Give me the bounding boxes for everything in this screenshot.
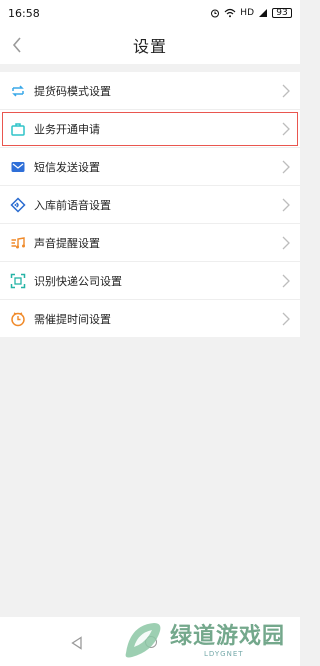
setting-pickup-code-mode[interactable]: 提货码模式设置: [0, 72, 300, 110]
empty-area: [0, 337, 300, 617]
status-icons: HD 93: [210, 8, 292, 18]
setting-label: 提货码模式设置: [34, 84, 111, 98]
page-title: 设置: [132, 37, 167, 56]
chevron-right-icon: [282, 274, 290, 288]
watermark-emblem-icon: [125, 623, 161, 658]
section-gap: [0, 64, 300, 72]
scan-icon: [10, 273, 26, 289]
wifi-icon: [224, 8, 236, 18]
setting-voice-before-storage[interactable]: 入库前语音设置: [0, 186, 300, 224]
clock-icon: [10, 311, 26, 327]
status-bar: 16:58 HD 93: [0, 0, 300, 26]
watermark-subtext: LDYGNET: [204, 650, 244, 658]
chevron-right-icon: [282, 312, 290, 326]
status-time: 16:58: [8, 6, 40, 20]
settings-list: 提货码模式设置 业务开通申请 短信发送设置 入库前语音设置 声音提醒设置 识别快…: [0, 72, 300, 338]
setting-sound-reminder[interactable]: 声音提醒设置: [0, 224, 300, 262]
setting-label: 识别快递公司设置: [34, 274, 122, 288]
setting-label: 入库前语音设置: [34, 198, 111, 212]
briefcase-icon: [10, 121, 26, 137]
signal-icon: [259, 9, 267, 17]
screen: 16:58 HD 93 设置 提货码模式设置 业务开通申请 短信发送设置 入库前…: [0, 0, 300, 666]
back-icon[interactable]: [7, 34, 27, 56]
watermark-text: 绿道游戏园: [170, 624, 286, 649]
message-icon: [10, 159, 26, 175]
network-label: HD: [240, 8, 254, 18]
setting-pickup-reminder-time[interactable]: 需催提时间设置: [0, 300, 300, 338]
voice-icon: [10, 196, 26, 213]
nav-back-icon[interactable]: [70, 636, 84, 650]
chevron-right-icon: [282, 236, 290, 250]
chevron-right-icon: [282, 160, 290, 174]
chevron-right-icon: [282, 122, 290, 136]
alarm-icon: [211, 9, 220, 18]
watermark-logo: 绿道游戏园 LDYGNET: [118, 614, 300, 666]
header: 设置: [0, 26, 300, 64]
setting-courier-recognition[interactable]: 识别快递公司设置: [0, 262, 300, 300]
swap-arrows-icon: [10, 83, 26, 99]
setting-label: 声音提醒设置: [34, 236, 100, 250]
setting-label: 需催提时间设置: [34, 312, 111, 326]
setting-label: 短信发送设置: [34, 160, 100, 174]
battery-indicator: 93: [272, 8, 292, 18]
setting-sms-sending[interactable]: 短信发送设置: [0, 148, 300, 186]
chevron-right-icon: [282, 198, 290, 212]
sound-icon: [10, 235, 26, 251]
setting-business-application[interactable]: 业务开通申请: [0, 110, 300, 148]
chevron-right-icon: [282, 84, 290, 98]
setting-label: 业务开通申请: [34, 122, 100, 136]
